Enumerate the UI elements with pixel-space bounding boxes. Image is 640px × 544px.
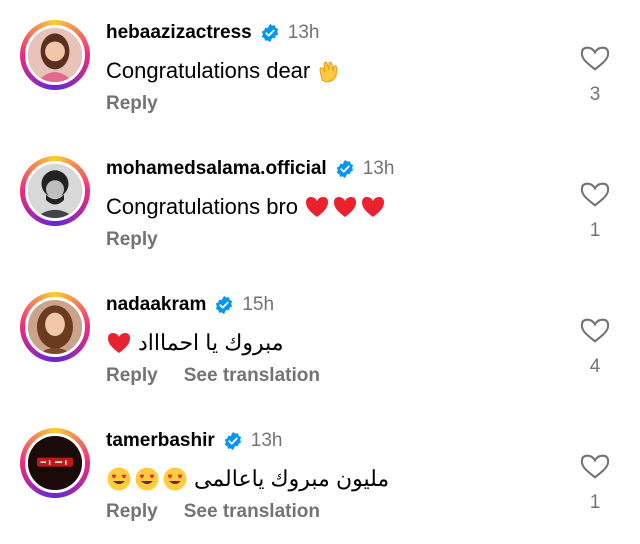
- avatar-story-ring[interactable]: [20, 292, 90, 362]
- avatar[interactable]: [25, 161, 85, 221]
- comment-body: Congratulations dear: [106, 58, 311, 83]
- comment-item: hebaazizactress 13h Congratulations dear…: [0, 0, 640, 136]
- avatar-story-ring[interactable]: [20, 156, 90, 226]
- username[interactable]: mohamedsalama.official: [106, 158, 327, 180]
- like-heart-icon[interactable]: [580, 180, 612, 208]
- comment-body: مبروك يا احماااد: [138, 330, 284, 355]
- verified-badge-icon: [335, 159, 355, 179]
- avatar-story-ring[interactable]: [20, 428, 90, 498]
- verified-badge-icon: [260, 23, 280, 43]
- verified-badge-icon: [214, 295, 234, 315]
- clapping-hands-icon: [316, 58, 342, 84]
- reply-button[interactable]: Reply: [106, 229, 158, 251]
- avatar[interactable]: [25, 433, 85, 493]
- comment-item: tamerbashir 13h مليون مبروك ياعالمى Repl…: [0, 408, 640, 544]
- timestamp: 13h: [362, 158, 395, 179]
- reply-button[interactable]: Reply: [106, 501, 158, 523]
- verified-badge-icon: [223, 431, 243, 451]
- like-heart-icon[interactable]: [580, 316, 612, 344]
- comment-body: مليون مبروك ياعالمى: [194, 466, 390, 491]
- timestamp: 15h: [242, 294, 275, 315]
- avatar-story-ring[interactable]: [20, 20, 90, 90]
- timestamp: 13h: [250, 430, 283, 451]
- like-count: 1: [589, 220, 601, 241]
- see-translation-button[interactable]: See translation: [184, 501, 320, 523]
- username[interactable]: hebaazizactress: [106, 22, 252, 44]
- red-heart-icon: [304, 194, 386, 220]
- reply-button[interactable]: Reply: [106, 93, 158, 115]
- comment-text: مبروك يا احماااد: [106, 328, 284, 358]
- heart-eyes-emoji-icon: [106, 466, 188, 492]
- comment-item: nadaakram 15h مبروك يا احماااد Reply See…: [0, 272, 640, 408]
- like-count: 1: [589, 492, 601, 513]
- avatar[interactable]: [25, 297, 85, 357]
- username[interactable]: nadaakram: [106, 294, 206, 316]
- comment-item: mohamedsalama.official 13h Congratulatio…: [0, 136, 640, 272]
- like-count: 4: [589, 356, 601, 377]
- timestamp: 13h: [287, 22, 320, 43]
- reply-button[interactable]: Reply: [106, 365, 158, 387]
- username[interactable]: tamerbashir: [106, 430, 215, 452]
- like-heart-icon[interactable]: [580, 452, 612, 480]
- comment-text: Congratulations bro: [106, 192, 386, 222]
- like-heart-icon[interactable]: [580, 44, 612, 72]
- comment-body: Congratulations bro: [106, 194, 299, 219]
- comment-text: مليون مبروك ياعالمى: [106, 464, 389, 494]
- red-heart-icon: [106, 330, 132, 356]
- see-translation-button[interactable]: See translation: [184, 365, 320, 387]
- comment-text: Congratulations dear: [106, 56, 342, 86]
- avatar[interactable]: [25, 25, 85, 85]
- like-count: 3: [589, 84, 601, 105]
